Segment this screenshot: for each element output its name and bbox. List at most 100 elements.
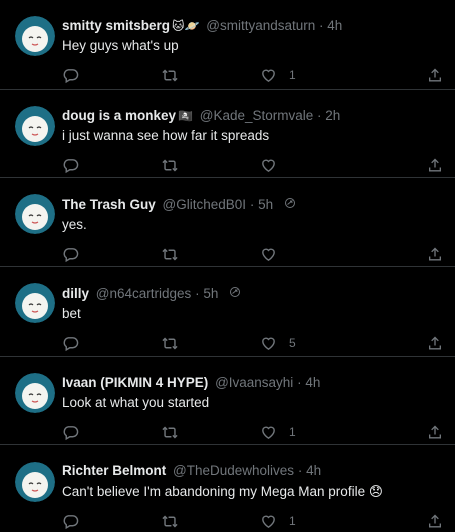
retweet-button[interactable] [161,156,179,174]
tweet-header: The Trash Guy @GlitchedB0I · 5h [62,195,447,215]
action-bar [0,156,455,174]
tweet[interactable]: Richter Belmont @TheDudewholives · 4h Ca… [0,445,455,532]
share-button[interactable] [427,245,443,263]
tweet-text: yes. [62,217,87,232]
display-name[interactable]: smitty smitsberg [62,18,170,33]
share-button[interactable] [427,66,443,84]
heart-icon [260,424,277,441]
timestamp[interactable]: 2h [325,108,340,123]
name-emoji: 🏴‍☠️ [178,109,193,123]
tweet-header: smitty smitsberg 🐱🪐 @smittyandsaturn · 4h [62,16,447,36]
tweet-text: i just wanna see how far it spreads [62,128,270,143]
like-count: 1 [289,68,296,82]
user-handle[interactable]: @Ivaansayhi [215,375,293,390]
tweet[interactable]: smitty smitsberg 🐱🪐 @smittyandsaturn · 4h… [0,0,455,90]
retweet-icon [161,157,179,174]
retweet-icon [161,513,179,530]
heart-icon [260,513,277,530]
display-name[interactable]: The Trash Guy [62,197,156,212]
tweet-header: Richter Belmont @TheDudewholives · 4h [62,461,447,481]
tweet[interactable]: dilly @n64cartridges · 5h bet 5 [0,267,455,357]
retweet-button[interactable] [161,245,179,263]
retweet-button[interactable] [161,334,179,352]
share-button[interactable] [427,334,443,352]
separator-dot: · [317,108,322,123]
reply-button[interactable] [62,156,79,174]
tweet[interactable]: Ivaan (PIKMIN 4 HYPE) @Ivaansayhi · 4h L… [0,357,455,445]
reply-icon [62,513,79,530]
retweet-button[interactable] [161,512,179,530]
like-button[interactable]: 1 [260,423,296,441]
reply-button[interactable] [62,423,79,441]
separator-dot: · [195,286,200,301]
heart-icon [260,157,277,174]
retweet-icon [161,424,179,441]
share-icon [427,513,443,530]
share-icon [427,67,443,84]
display-name[interactable]: Ivaan (PIKMIN 4 HYPE) [62,375,208,390]
heart-icon [260,246,277,263]
retweet-button[interactable] [161,423,179,441]
separator-dot: · [297,375,302,390]
display-name[interactable]: doug is a monkey [62,108,176,123]
separator-dot: · [297,463,303,478]
tweet-text: bet [62,306,81,321]
separator-dot: · [249,197,255,212]
display-name[interactable]: dilly [62,286,89,301]
user-handle[interactable]: @TheDudewholives [173,463,294,478]
like-count: 1 [289,514,296,528]
reply-icon [62,335,79,352]
heart-icon [260,335,277,352]
timestamp[interactable]: 4h [305,375,320,390]
action-bar: 5 [0,334,455,352]
retweet-icon [161,67,179,84]
timestamp[interactable]: 4h [327,18,342,33]
action-bar: 1 [0,66,455,84]
like-button[interactable]: 1 [260,66,296,84]
tweet[interactable]: The Trash Guy @GlitchedB0I · 5h yes. [0,178,455,267]
grok-icon[interactable] [284,196,296,215]
user-handle[interactable]: @Kade_Stormvale [200,108,314,123]
grok-icon[interactable] [229,285,241,304]
share-icon [427,424,443,441]
tweet[interactable]: doug is a monkey 🏴‍☠️ @Kade_Stormvale · 2… [0,90,455,178]
action-bar: 1 [0,512,455,530]
reply-icon [62,157,79,174]
tweet-text: Look at what you started [62,395,210,410]
retweet-icon [161,246,179,263]
separator-dot: · [319,18,324,33]
share-button[interactable] [427,423,443,441]
timestamp[interactable]: 4h [306,463,321,478]
avatar[interactable] [15,373,55,413]
reply-button[interactable] [62,66,79,84]
reply-button[interactable] [62,334,79,352]
avatar[interactable] [15,283,55,323]
reply-button[interactable] [62,245,79,263]
reply-icon [62,67,79,84]
like-button[interactable]: 1 [260,512,296,530]
tweet-header: Ivaan (PIKMIN 4 HYPE) @Ivaansayhi · 4h [62,373,447,393]
avatar[interactable] [15,194,55,234]
share-button[interactable] [427,512,443,530]
timestamp[interactable]: 5h [258,197,273,212]
reply-icon [62,424,79,441]
like-button[interactable] [260,245,289,263]
user-handle[interactable]: @GlitchedB0I [163,197,247,212]
avatar[interactable] [15,106,55,146]
name-emoji: 🐱🪐 [172,19,200,33]
share-button[interactable] [427,156,443,174]
reply-feed: smitty smitsberg 🐱🪐 @smittyandsaturn · 4h… [0,0,455,532]
like-button[interactable]: 5 [260,334,296,352]
like-count: 5 [289,336,296,350]
like-button[interactable] [260,156,289,174]
timestamp[interactable]: 5h [203,286,218,301]
reply-button[interactable] [62,512,79,530]
avatar[interactable] [15,462,55,502]
tweet-header: doug is a monkey 🏴‍☠️ @Kade_Stormvale · 2… [62,106,447,126]
display-name[interactable]: Richter Belmont [62,463,166,478]
user-handle[interactable]: @smittyandsaturn [206,18,315,33]
action-bar [0,245,455,263]
retweet-button[interactable] [161,66,179,84]
avatar[interactable] [15,16,55,56]
user-handle[interactable]: @n64cartridges [96,286,192,301]
